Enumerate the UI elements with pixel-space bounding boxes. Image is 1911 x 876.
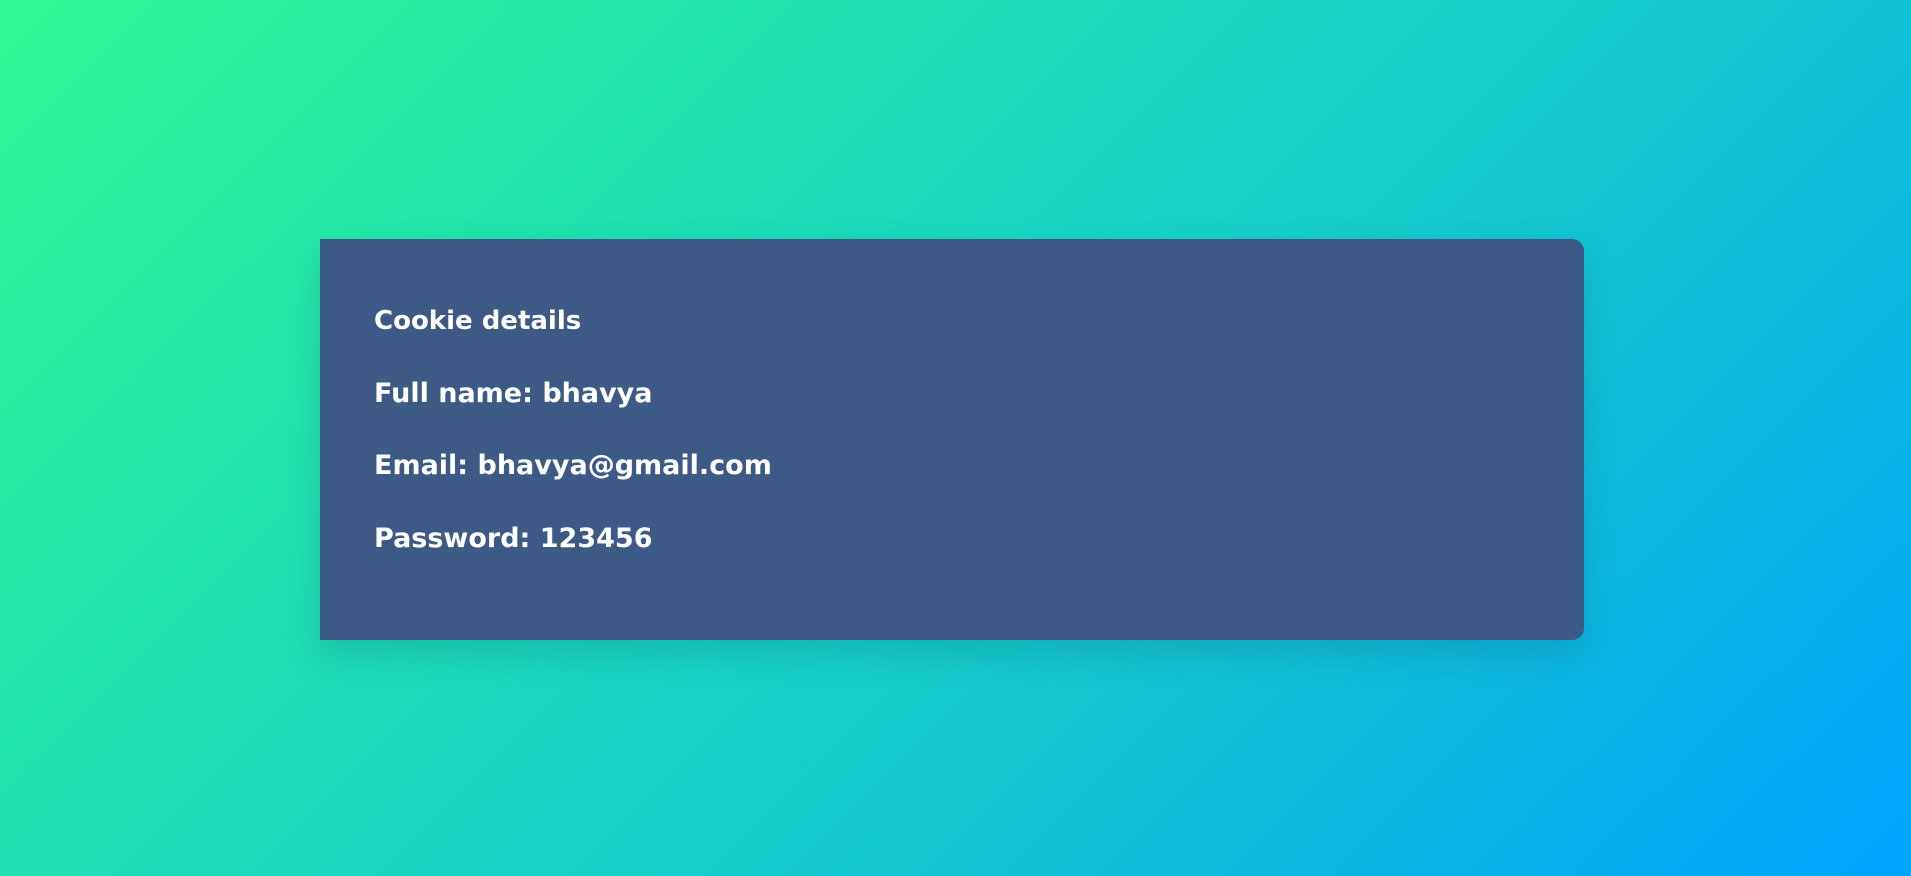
page-background: { "card": { "title": "Cookie details", "… (0, 0, 1911, 876)
card-title: Cookie details (374, 306, 582, 336)
cookie-details-card: Cookie details Full name: bhavya Email: … (320, 239, 1584, 640)
password-text: Password: 123456 (374, 523, 653, 554)
full-name-text: Full name: bhavya (374, 377, 653, 409)
email-text: Email: bhavya@gmail.com (374, 450, 772, 482)
